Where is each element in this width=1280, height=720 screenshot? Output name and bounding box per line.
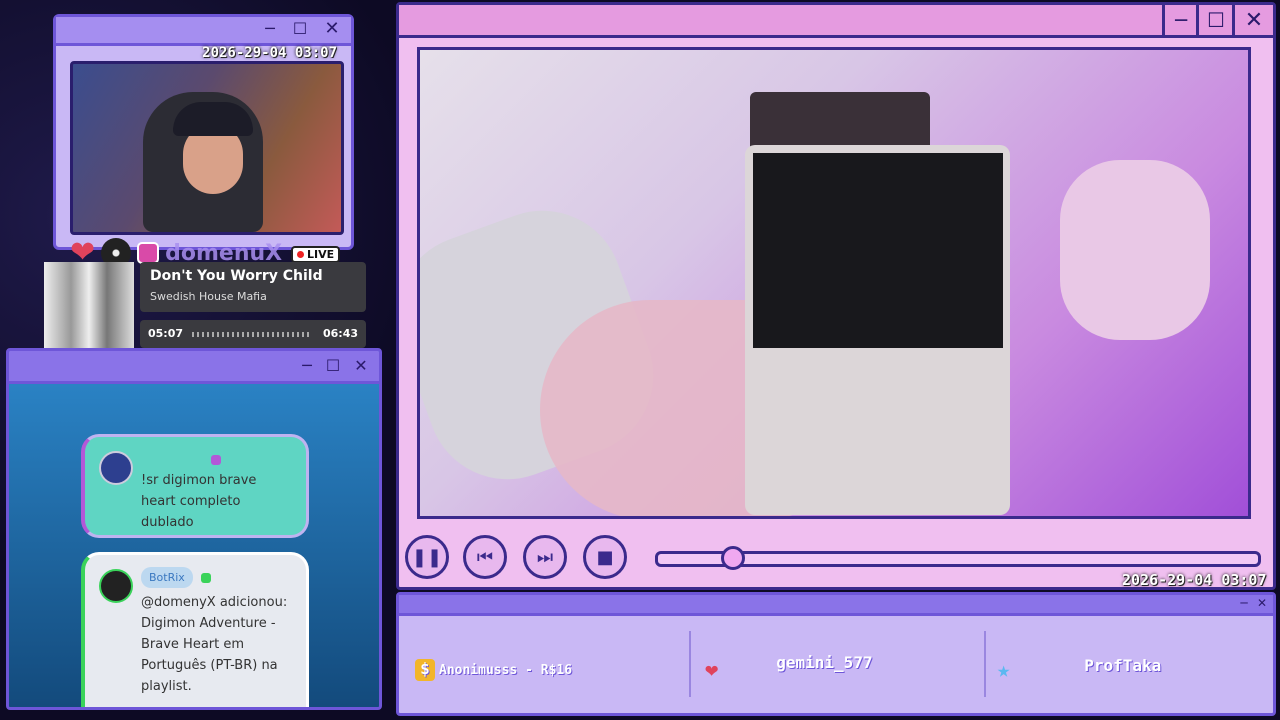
seek-bar[interactable] [655, 546, 1261, 570]
chat-message: BotRix @domenyX adicionou: Digimon Adven… [81, 552, 309, 707]
chat-username: BotRix [141, 567, 193, 588]
badge-icon [200, 572, 211, 583]
next-button[interactable]: ⏭ [523, 535, 567, 579]
chat-text: @domenyX adicionou: Digimon Adventure - … [141, 595, 288, 694]
maximize-icon[interactable]: ☐ [289, 17, 311, 39]
track-info: Don't You Worry Child Swedish House Mafi… [140, 262, 366, 312]
pink-controller [1060, 160, 1210, 340]
previous-button[interactable]: ⏮ [463, 535, 507, 579]
webcam-feed [70, 61, 344, 235]
track-progress-bar [192, 332, 310, 337]
chat-text: !sr digimon brave heart completo dublado [141, 473, 257, 530]
handheld-console [745, 145, 1010, 515]
pause-button[interactable]: ❚❚ [405, 535, 449, 579]
minimize-icon[interactable]: ─ [297, 355, 317, 375]
track-elapsed: 05:07 [148, 327, 184, 340]
close-icon[interactable]: ✕ [1232, 5, 1273, 35]
follower-name: gemini_577 [776, 652, 873, 672]
lion-avatar-icon [99, 451, 133, 485]
chat-message: !sr digimon brave heart completo dublado [81, 434, 309, 538]
star-icon: ★ [997, 657, 1011, 683]
maximize-icon[interactable]: ☐ [1196, 5, 1233, 35]
stop-button[interactable]: ■ [583, 535, 627, 579]
divider [984, 631, 986, 697]
album-cover [44, 262, 134, 350]
minimize-icon[interactable]: ─ [1237, 595, 1251, 611]
webcam-titlebar: ─ ☐ ✕ [56, 17, 351, 46]
track-total: 06:43 [322, 327, 358, 340]
webcam-window: ─ ☐ ✕ 2026-29-04 03:07 [53, 14, 354, 250]
subscriber-name: ProfTaka [1084, 655, 1162, 675]
webcam-timestamp: 2026-29-04 03:07 [202, 45, 337, 61]
donation-text: Anonimusss - R$16 [439, 662, 573, 678]
live-dot-icon [297, 251, 304, 258]
track-progress: 05:07 06:43 [140, 320, 366, 348]
divider [689, 631, 691, 697]
video-titlebar: ─ ☐ ✕ [399, 5, 1273, 38]
close-icon[interactable]: ✕ [1255, 595, 1269, 611]
now-playing-widget: Don't You Worry Child Swedish House Mafi… [44, 262, 367, 350]
chat-window: ─ ☐ ✕ !sr digimon brave heart completo d… [6, 348, 382, 710]
chat-body: !sr digimon brave heart completo dublado… [9, 384, 379, 707]
live-badge: LIVE [291, 246, 341, 263]
donation-alert: $ Anonimusss - R$16 [415, 635, 572, 705]
badge-icon [211, 454, 221, 465]
alerts-bar: ─ ✕ $ Anonimusss - R$16 ❤ gemini_577 ★ P… [396, 592, 1276, 716]
track-artist: Swedish House Mafia [150, 290, 267, 303]
video-timestamp: 2026-29-04 03:07 [1122, 571, 1267, 589]
close-icon[interactable]: ✕ [351, 355, 371, 375]
live-label: LIVE [307, 248, 335, 261]
minimize-icon[interactable]: ─ [259, 17, 281, 39]
minimize-icon[interactable]: ─ [1162, 5, 1197, 35]
instagram-icon [137, 242, 160, 264]
close-icon[interactable]: ✕ [321, 17, 343, 39]
chat-titlebar: ─ ☐ ✕ [9, 351, 379, 384]
streamer-cap [173, 102, 253, 136]
dollar-icon: $ [415, 659, 435, 681]
follower-alert: ❤ gemini_577 [705, 635, 873, 705]
video-screen [417, 47, 1251, 519]
alerts-titlebar: ─ ✕ [399, 595, 1273, 616]
heart-icon: ❤ [705, 657, 719, 683]
track-title: Don't You Worry Child [150, 268, 323, 284]
subscriber-alert: ★ ProfTaka [997, 635, 1161, 705]
maximize-icon[interactable]: ☐ [323, 355, 343, 375]
handheld-screen [753, 153, 1003, 348]
bot-avatar-icon [99, 569, 133, 603]
seek-thumb[interactable] [721, 546, 745, 570]
video-player-window: ─ ☐ ✕ ❚❚ ⏮ ⏭ ■ [396, 2, 1276, 590]
